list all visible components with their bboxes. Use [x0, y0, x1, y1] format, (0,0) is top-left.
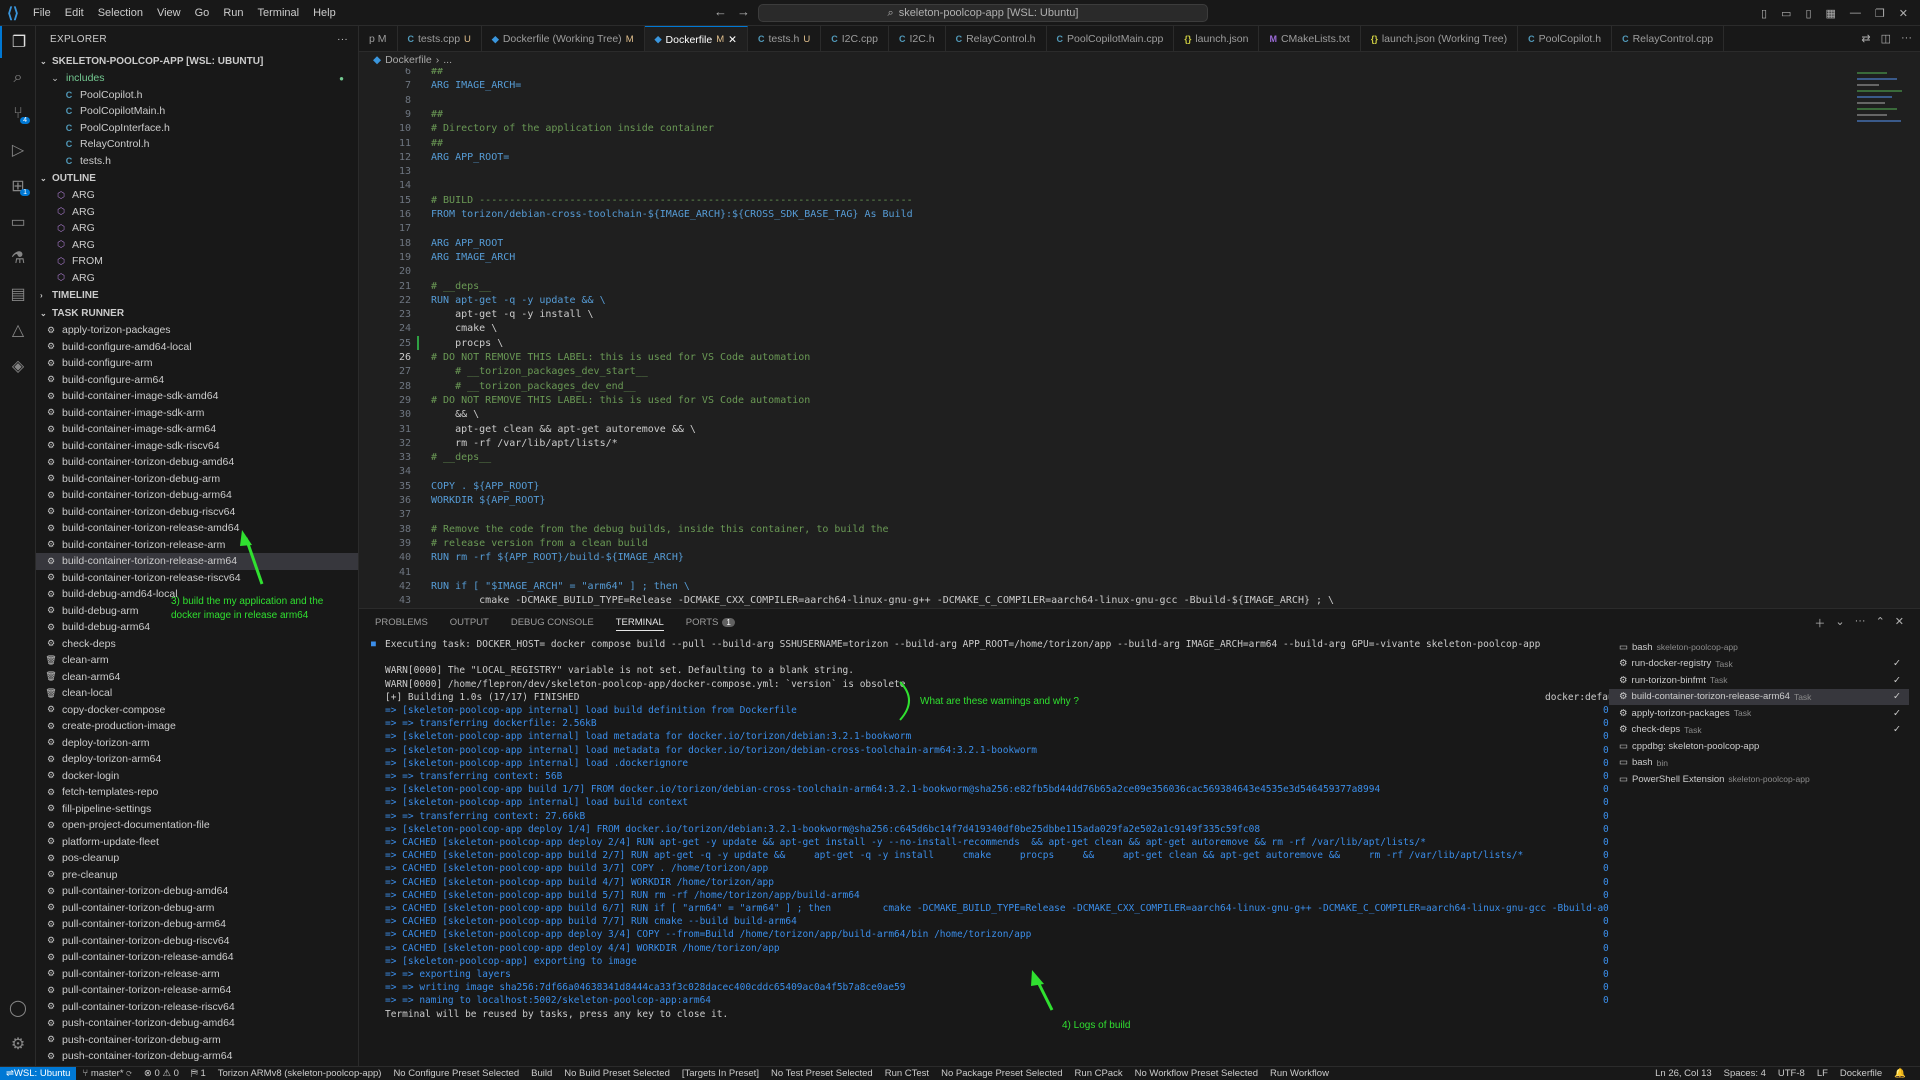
- annotation-warnings-question: What are these warnings and why ?: [920, 696, 1079, 707]
- annotation-arrows: [240, 530, 1054, 1011]
- vscode-window: ⟨⟩ File Edit Selection View Go Run Terminal Hel…: [0, 0, 1920, 1080]
- annotation-build-logs: 4) Logs of build: [1062, 1020, 1131, 1031]
- annotation-build-release: 3) build the my application and the dock…: [171, 596, 324, 621]
